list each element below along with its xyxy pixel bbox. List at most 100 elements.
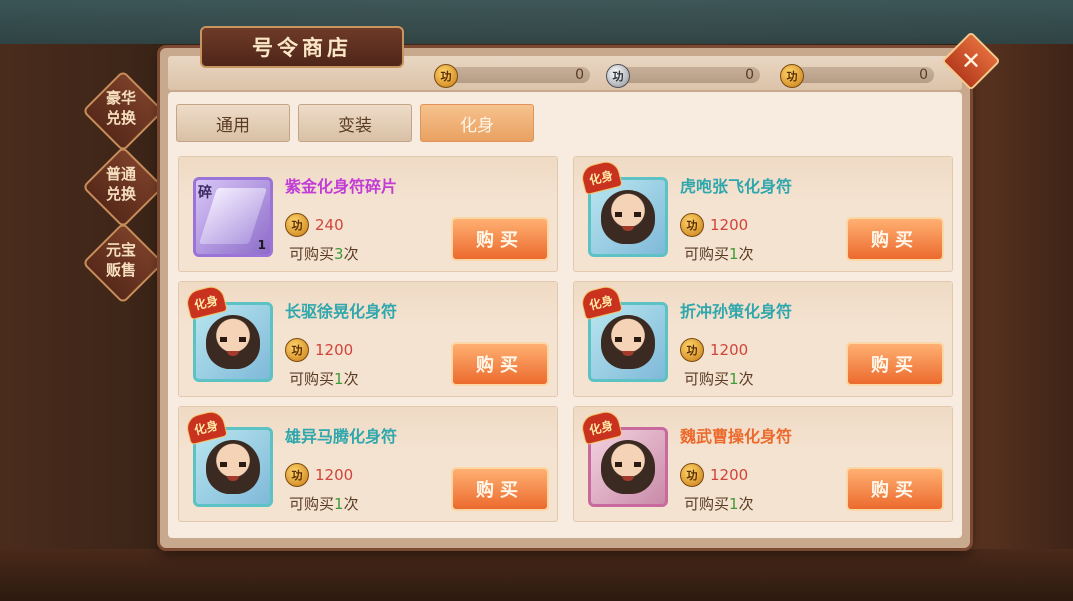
price-amount: 1200 [710,466,749,484]
currency-merit-3: 功 0 [780,64,934,88]
limit-suffix: 次 [738,245,754,263]
limit-suffix: 次 [738,370,754,388]
purchase-limit: 可购买1次 [684,243,754,264]
limit-prefix: 可购买 [289,245,335,263]
item-frame: 碎 1 [193,177,273,257]
tab-costume[interactable]: 变装 [298,104,412,142]
buy-button[interactable]: 购买 [846,217,944,261]
buy-button[interactable]: 购买 [846,342,944,386]
item-name: 魏武曹操化身符 [680,427,793,446]
currency-bar [616,67,760,83]
purchase-limit: 可购买3次 [289,243,359,264]
limit-prefix: 可购买 [684,495,730,513]
item-card-xuhuang: 化身 长驱徐晃化身符 功 1200 可购买1次 购买 [178,281,558,397]
limit-prefix: 可购买 [289,370,335,388]
portrait-mouth [622,226,634,231]
item-price: 功 1200 [285,338,353,362]
item-card-caocao: 化身 魏武曹操化身符 功 1200 可购买1次 购买 [573,406,953,522]
limit-suffix: 次 [738,495,754,513]
background-right [968,44,1073,601]
limit-count: 1 [334,495,344,513]
portrait-mouth [622,476,634,481]
limit-count: 1 [729,245,739,263]
background-top [0,0,1073,44]
item-price: 功 1200 [285,463,353,487]
merit-coin-icon: 功 [680,463,704,487]
buy-button[interactable]: 购买 [846,467,944,511]
hero-portrait [601,190,655,244]
currency-value: 0 [919,67,928,83]
merit-coin-icon: 功 [680,338,704,362]
item-name: 折冲孙策化身符 [680,302,793,321]
side-tab-label: 豪华 兑换 [105,89,136,127]
tab-avatar[interactable]: 化身 [420,104,534,142]
item-price: 功 1200 [680,463,748,487]
purchase-limit: 可购买1次 [289,493,359,514]
item-name: 雄异马腾化身符 [285,427,398,446]
side-tab-normal-exchange[interactable]: 普通 兑换 [81,145,165,229]
item-card-mateng: 化身 雄异马腾化身符 功 1200 可购买1次 购买 [178,406,558,522]
side-tab-label: 元宝 贩售 [105,241,136,279]
currency-merit-2: 功 0 [606,64,760,88]
buy-button[interactable]: 购买 [451,217,549,261]
hero-portrait [206,440,260,494]
item-name: 紫金化身符碎片 [285,177,398,196]
price-amount: 1200 [315,466,354,484]
item-quantity: 1 [257,238,266,252]
silver-merit-coin-icon: 功 [606,64,630,88]
shard-tag: 碎 [198,185,212,201]
portrait-mouth [622,351,634,356]
portrait-mouth [227,351,239,356]
item-name: 虎咆张飞化身符 [680,177,793,196]
limit-suffix: 次 [343,370,359,388]
limit-count: 1 [729,495,739,513]
purchase-limit: 可购买1次 [684,368,754,389]
tab-general[interactable]: 通用 [176,104,290,142]
buy-button[interactable]: 购买 [451,467,549,511]
item-icon[interactable]: 化身 [579,283,668,382]
limit-count: 1 [729,370,739,388]
merit-coin-icon: 功 [285,213,309,237]
limit-suffix: 次 [343,245,359,263]
item-icon[interactable]: 化身 [579,408,668,507]
limit-prefix: 可购买 [684,245,730,263]
item-icon[interactable]: 化身 [184,283,273,382]
currency-value: 0 [575,67,584,83]
item-name: 长驱徐晃化身符 [285,302,398,321]
item-price: 功 1200 [680,338,748,362]
merit-coin-icon: 功 [285,463,309,487]
price-amount: 1200 [315,341,354,359]
hero-portrait [206,315,260,369]
purchase-limit: 可购买1次 [684,493,754,514]
portrait-eyes [615,337,641,342]
portrait-mouth [227,476,239,481]
currency-value: 0 [745,67,754,83]
side-tab-luxury-exchange[interactable]: 豪华 兑换 [81,69,165,153]
limit-prefix: 可购买 [684,370,730,388]
price-amount: 1200 [710,216,749,234]
item-card-sunce: 化身 折冲孙策化身符 功 1200 可购买1次 购买 [573,281,953,397]
item-icon[interactable]: 化身 [579,158,668,257]
shop-title-plaque: 号令商店 [200,26,404,68]
purchase-limit: 可购买1次 [289,368,359,389]
side-tab-yuanbao-sale[interactable]: 元宝 贩售 [81,221,165,305]
limit-count: 1 [334,370,344,388]
portrait-eyes [220,337,246,342]
item-price: 功 1200 [680,213,748,237]
currency-bar [790,67,934,83]
hero-portrait [601,315,655,369]
currency-merit-1: 功 0 [434,64,590,88]
price-amount: 240 [315,216,344,234]
portrait-eyes [220,462,246,467]
limit-prefix: 可购买 [289,495,335,513]
currency-bar [444,67,590,83]
buy-button[interactable]: 购买 [451,342,549,386]
merit-coin-icon: 功 [780,64,804,88]
limit-count: 3 [334,245,344,263]
item-icon[interactable]: 碎 1 [193,177,273,257]
limit-suffix: 次 [343,495,359,513]
item-icon[interactable]: 化身 [184,408,273,507]
side-tab-label: 普通 兑换 [105,165,136,203]
merit-coin-icon: 功 [434,64,458,88]
price-amount: 1200 [710,341,749,359]
